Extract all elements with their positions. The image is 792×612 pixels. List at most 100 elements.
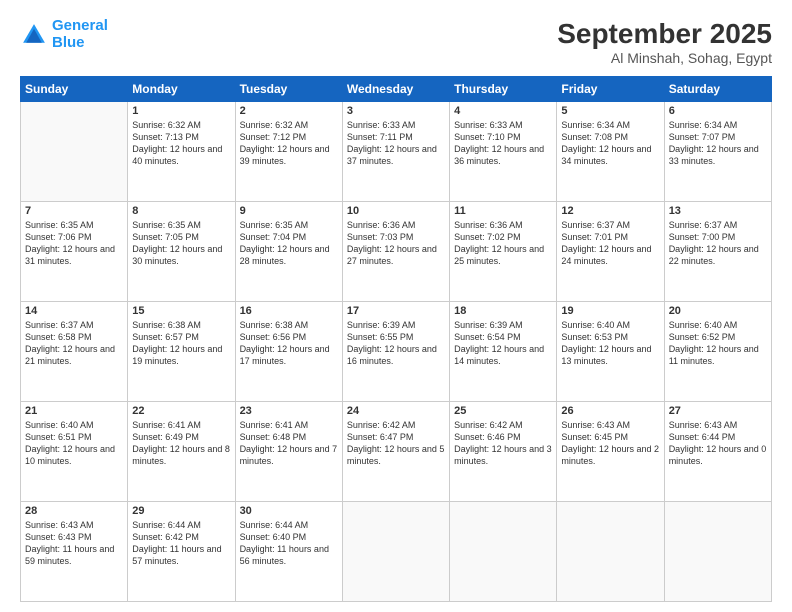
calendar-cell: 23Sunrise: 6:41 AMSunset: 6:48 PMDayligh… <box>235 402 342 502</box>
day-number: 28 <box>25 505 123 517</box>
calendar-cell: 28 Sunrise: 6:43 AMSunset: 6:43 PMDayligh… <box>21 502 128 602</box>
calendar-header-row: SundayMondayTuesdayWednesdayThursdayFrid… <box>21 77 772 102</box>
day-number: 13 <box>669 205 767 217</box>
day-number: 24 <box>347 405 445 417</box>
day-number: 4 <box>454 105 552 117</box>
weekday-header: Monday <box>128 77 235 102</box>
day-number: 18 <box>454 305 552 317</box>
cell-info: Sunrise: 6:36 AMSunset: 7:02 PMDaylight:… <box>454 219 552 268</box>
day-number: 15 <box>132 305 230 317</box>
weekday-header: Saturday <box>664 77 771 102</box>
day-number: 29 <box>132 505 230 517</box>
page: General Blue September 2025 Al Minshah, … <box>0 0 792 612</box>
logo-icon <box>20 21 48 49</box>
day-number: 6 <box>669 105 767 117</box>
weekday-header: Friday <box>557 77 664 102</box>
day-number: 1 <box>132 105 230 117</box>
cell-info: Sunrise: 6:36 AMSunset: 7:03 PMDaylight:… <box>347 219 445 268</box>
cell-info: Sunrise: 6:37 AMSunset: 6:58 PMDaylight:… <box>25 319 123 368</box>
calendar-week-row: 1Sunrise: 6:32 AMSunset: 7:13 PMDaylight… <box>21 102 772 202</box>
day-number: 9 <box>240 205 338 217</box>
calendar-cell: 24 Sunrise: 6:42 AMSunset: 6:47 PMDayligh… <box>342 402 449 502</box>
day-number: 23 <box>240 405 338 417</box>
calendar-cell: 8Sunrise: 6:35 AMSunset: 7:05 PMDaylight… <box>128 202 235 302</box>
calendar-cell: 26 Sunrise: 6:43 AMSunset: 6:45 PMDayligh… <box>557 402 664 502</box>
calendar-cell: 6 Sunrise: 6:34 AMSunset: 7:07 PMDaylight… <box>664 102 771 202</box>
title-block: September 2025 Al Minshah, Sohag, Egypt <box>557 18 772 66</box>
cell-info: Sunrise: 6:34 AMSunset: 7:07 PMDaylight:… <box>669 119 767 168</box>
calendar-cell: 10 Sunrise: 6:36 AMSunset: 7:03 PMDayligh… <box>342 202 449 302</box>
calendar-week-row: 28 Sunrise: 6:43 AMSunset: 6:43 PMDayligh… <box>21 502 772 602</box>
cell-info: Sunrise: 6:40 AMSunset: 6:51 PMDaylight:… <box>25 419 123 468</box>
calendar-cell: 30 Sunrise: 6:44 AMSunset: 6:40 PMDayligh… <box>235 502 342 602</box>
location-title: Al Minshah, Sohag, Egypt <box>557 50 772 66</box>
day-number: 27 <box>669 405 767 417</box>
day-number: 20 <box>669 305 767 317</box>
cell-info: Sunrise: 6:43 AMSunset: 6:44 PMDaylight:… <box>669 419 767 468</box>
cell-info: Sunrise: 6:40 AMSunset: 6:52 PMDaylight:… <box>669 319 767 368</box>
calendar-cell: 21Sunrise: 6:40 AMSunset: 6:51 PMDayligh… <box>21 402 128 502</box>
month-title: September 2025 <box>557 18 772 50</box>
cell-info: Sunrise: 6:42 AMSunset: 6:46 PMDaylight:… <box>454 419 552 468</box>
day-number: 12 <box>561 205 659 217</box>
calendar-cell: 12Sunrise: 6:37 AMSunset: 7:01 PMDayligh… <box>557 202 664 302</box>
calendar-week-row: 7 Sunrise: 6:35 AMSunset: 7:06 PMDaylight… <box>21 202 772 302</box>
calendar-cell <box>21 102 128 202</box>
day-number: 7 <box>25 205 123 217</box>
cell-info: Sunrise: 6:32 AMSunset: 7:12 PMDaylight:… <box>240 119 338 168</box>
calendar-cell: 16 Sunrise: 6:38 AMSunset: 6:56 PMDayligh… <box>235 302 342 402</box>
calendar-cell: 13 Sunrise: 6:37 AMSunset: 7:00 PMDayligh… <box>664 202 771 302</box>
cell-info: Sunrise: 6:35 AMSunset: 7:05 PMDaylight:… <box>132 219 230 268</box>
day-number: 3 <box>347 105 445 117</box>
day-number: 10 <box>347 205 445 217</box>
logo-text: General Blue <box>52 18 108 51</box>
calendar-cell: 17 Sunrise: 6:39 AMSunset: 6:55 PMDayligh… <box>342 302 449 402</box>
calendar-cell: 14 Sunrise: 6:37 AMSunset: 6:58 PMDayligh… <box>21 302 128 402</box>
cell-info: Sunrise: 6:43 AMSunset: 6:45 PMDaylight:… <box>561 419 659 468</box>
calendar-cell: 20 Sunrise: 6:40 AMSunset: 6:52 PMDayligh… <box>664 302 771 402</box>
calendar-cell: 25 Sunrise: 6:42 AMSunset: 6:46 PMDayligh… <box>450 402 557 502</box>
calendar-cell: 7 Sunrise: 6:35 AMSunset: 7:06 PMDaylight… <box>21 202 128 302</box>
cell-info: Sunrise: 6:43 AMSunset: 6:43 PMDaylight:… <box>25 519 123 568</box>
calendar-cell: 1Sunrise: 6:32 AMSunset: 7:13 PMDaylight… <box>128 102 235 202</box>
logo: General Blue <box>20 18 108 51</box>
cell-info: Sunrise: 6:44 AMSunset: 6:40 PMDaylight:… <box>240 519 338 568</box>
weekday-header: Tuesday <box>235 77 342 102</box>
cell-info: Sunrise: 6:33 AMSunset: 7:10 PMDaylight:… <box>454 119 552 168</box>
cell-info: Sunrise: 6:41 AMSunset: 6:49 PMDaylight:… <box>132 419 230 468</box>
cell-info: Sunrise: 6:39 AMSunset: 6:55 PMDaylight:… <box>347 319 445 368</box>
cell-info: Sunrise: 6:38 AMSunset: 6:57 PMDaylight:… <box>132 319 230 368</box>
cell-info: Sunrise: 6:35 AMSunset: 7:06 PMDaylight:… <box>25 219 123 268</box>
cell-info: Sunrise: 6:38 AMSunset: 6:56 PMDaylight:… <box>240 319 338 368</box>
cell-info: Sunrise: 6:37 AMSunset: 7:00 PMDaylight:… <box>669 219 767 268</box>
day-number: 2 <box>240 105 338 117</box>
calendar-week-row: 21Sunrise: 6:40 AMSunset: 6:51 PMDayligh… <box>21 402 772 502</box>
cell-info: Sunrise: 6:44 AMSunset: 6:42 PMDaylight:… <box>132 519 230 568</box>
day-number: 26 <box>561 405 659 417</box>
day-number: 16 <box>240 305 338 317</box>
calendar-cell: 27 Sunrise: 6:43 AMSunset: 6:44 PMDayligh… <box>664 402 771 502</box>
cell-info: Sunrise: 6:35 AMSunset: 7:04 PMDaylight:… <box>240 219 338 268</box>
calendar-cell <box>342 502 449 602</box>
day-number: 30 <box>240 505 338 517</box>
calendar-cell: 9 Sunrise: 6:35 AMSunset: 7:04 PMDaylight… <box>235 202 342 302</box>
day-number: 14 <box>25 305 123 317</box>
day-number: 5 <box>561 105 659 117</box>
calendar-cell: 2 Sunrise: 6:32 AMSunset: 7:12 PMDaylight… <box>235 102 342 202</box>
header: General Blue September 2025 Al Minshah, … <box>20 18 772 66</box>
cell-info: Sunrise: 6:39 AMSunset: 6:54 PMDaylight:… <box>454 319 552 368</box>
calendar-table: SundayMondayTuesdayWednesdayThursdayFrid… <box>20 76 772 602</box>
cell-info: Sunrise: 6:33 AMSunset: 7:11 PMDaylight:… <box>347 119 445 168</box>
calendar-cell: 29 Sunrise: 6:44 AMSunset: 6:42 PMDayligh… <box>128 502 235 602</box>
calendar-cell: 3 Sunrise: 6:33 AMSunset: 7:11 PMDaylight… <box>342 102 449 202</box>
calendar-cell: 19Sunrise: 6:40 AMSunset: 6:53 PMDayligh… <box>557 302 664 402</box>
calendar-cell <box>450 502 557 602</box>
day-number: 11 <box>454 205 552 217</box>
day-number: 25 <box>454 405 552 417</box>
calendar-cell: 15 Sunrise: 6:38 AMSunset: 6:57 PMDayligh… <box>128 302 235 402</box>
day-number: 19 <box>561 305 659 317</box>
cell-info: Sunrise: 6:42 AMSunset: 6:47 PMDaylight:… <box>347 419 445 468</box>
weekday-header: Thursday <box>450 77 557 102</box>
day-number: 22 <box>132 405 230 417</box>
day-number: 17 <box>347 305 445 317</box>
